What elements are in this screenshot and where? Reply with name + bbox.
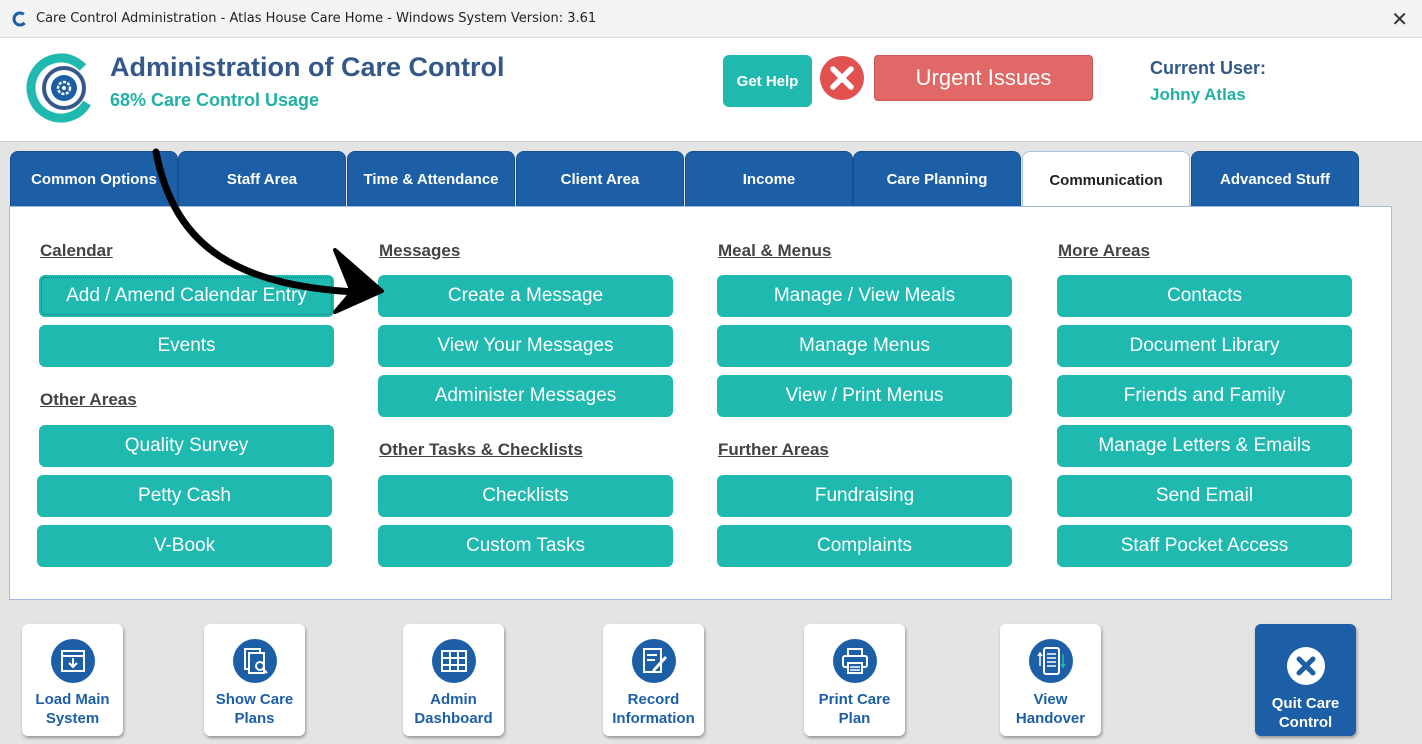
load-main-system-button[interactable]: Load Main System [22, 624, 123, 736]
usage-percentage: 68% Care Control Usage [110, 90, 320, 110]
fundraising-button[interactable]: Fundraising [717, 475, 1012, 517]
care-plans-icon [232, 639, 277, 683]
complaints-button[interactable]: Complaints [717, 525, 1012, 567]
tab-communication[interactable]: Communication [1022, 151, 1190, 208]
petty-cash-button[interactable]: Petty Cash [37, 475, 332, 517]
tab-common-options[interactable]: Common Options [10, 151, 178, 207]
quit-care-control-label: Quit Care Control [1271, 695, 1340, 731]
quality-survey-button[interactable]: Quality Survey [39, 425, 334, 467]
load-icon [50, 639, 95, 683]
current-user-label: Current User: [1150, 58, 1267, 78]
custom-tasks-button[interactable]: Custom Tasks [378, 525, 673, 567]
window-titlebar: Care Control Administration - Atlas Hous… [0, 0, 1422, 38]
tab-advanced-stuff[interactable]: Advanced Stuff [1191, 151, 1359, 207]
checklists-button[interactable]: Checklists [378, 475, 673, 517]
contacts-button[interactable]: Contacts [1057, 275, 1352, 317]
app-header: Administration of Care Control 68% Care … [0, 38, 1422, 142]
quit-care-control-button[interactable]: Quit Care Control [1255, 624, 1356, 736]
get-help-button[interactable]: Get Help [723, 55, 812, 107]
dashboard-icon [431, 639, 476, 683]
view-handover-button[interactable]: View Handover [1000, 624, 1101, 736]
show-care-plans-label: Show Care Plans [215, 691, 294, 727]
print-care-plan-label: Print Care Plan [818, 691, 891, 727]
section-title-more-areas: More Areas [1058, 241, 1150, 260]
care-control-logo-icon [26, 53, 96, 123]
communication-panel: Calendar Add / Amend Calendar Entry Even… [9, 206, 1392, 600]
section-title-meal-menus: Meal & Menus [718, 241, 832, 260]
v-book-button[interactable]: V-Book [37, 525, 332, 567]
manage-letters-emails-button[interactable]: Manage Letters & Emails [1057, 425, 1352, 467]
load-main-system-label: Load Main System [35, 691, 110, 727]
urgent-alert-icon[interactable] [819, 55, 865, 101]
window-close-button[interactable]: ✕ [1391, 7, 1408, 32]
administer-messages-button[interactable]: Administer Messages [378, 375, 673, 417]
document-library-button[interactable]: Document Library [1057, 325, 1352, 367]
add-amend-calendar-entry-button[interactable]: Add / Amend Calendar Entry [39, 275, 334, 317]
tab-care-planning[interactable]: Care Planning [853, 151, 1021, 207]
manage-view-meals-button[interactable]: Manage / View Meals [717, 275, 1012, 317]
view-handover-label: View Handover [1015, 691, 1086, 727]
send-email-button[interactable]: Send Email [1057, 475, 1352, 517]
friends-and-family-button[interactable]: Friends and Family [1057, 375, 1352, 417]
admin-dashboard-label: Admin Dashboard [414, 691, 493, 727]
view-print-menus-button[interactable]: View / Print Menus [717, 375, 1012, 417]
current-user-name: Johny Atlas [1150, 85, 1246, 104]
admin-dashboard-button[interactable]: Admin Dashboard [403, 624, 504, 736]
record-information-label: Record Information [612, 691, 695, 727]
section-title-other-tasks: Other Tasks & Checklists [379, 440, 583, 459]
tab-staff-area[interactable]: Staff Area [178, 151, 346, 207]
section-title-further-areas: Further Areas [718, 440, 829, 459]
record-information-button[interactable]: Record Information [603, 624, 704, 736]
show-care-plans-button[interactable]: Show Care Plans [204, 624, 305, 736]
tab-income[interactable]: Income [685, 151, 853, 207]
manage-menus-button[interactable]: Manage Menus [717, 325, 1012, 367]
handover-icon [1028, 639, 1073, 683]
section-title-messages: Messages [379, 241, 461, 260]
section-title-other-areas: Other Areas [40, 390, 137, 409]
tab-client-area[interactable]: Client Area [516, 151, 684, 207]
print-care-plan-button[interactable]: Print Care Plan [804, 624, 905, 736]
tab-time-attendance[interactable]: Time & Attendance [347, 151, 515, 207]
record-icon [631, 639, 676, 683]
app-icon [12, 11, 28, 27]
create-message-button[interactable]: Create a Message [378, 275, 673, 317]
urgent-issues-button[interactable]: Urgent Issues [874, 55, 1093, 101]
window-title: Care Control Administration - Atlas Hous… [36, 11, 597, 26]
printer-icon [832, 639, 877, 683]
staff-pocket-access-button[interactable]: Staff Pocket Access [1057, 525, 1352, 567]
close-circle-icon [1286, 647, 1325, 685]
events-button[interactable]: Events [39, 325, 334, 367]
page-title: Administration of Care Control [110, 52, 505, 82]
section-title-calendar: Calendar [40, 241, 113, 260]
view-your-messages-button[interactable]: View Your Messages [378, 325, 673, 367]
